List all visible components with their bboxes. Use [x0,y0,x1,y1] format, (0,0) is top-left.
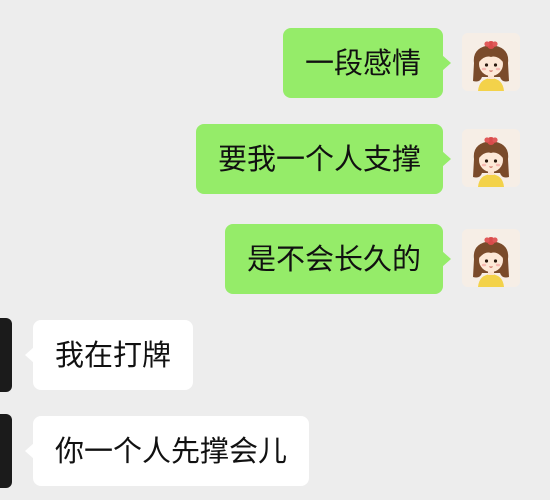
girl-avatar-icon[interactable] [462,229,520,287]
dark-avatar-icon[interactable] [0,318,12,392]
message-bubble-sent[interactable]: 要我一个人支撑 [195,124,452,194]
message-bubble-received[interactable]: 我在打牌 [24,320,194,390]
chat-window: 一段感情 要我一个人支撑 是不会长久的 我在打牌 你一个人先撑会儿 [0,0,550,500]
message-bubble-sent[interactable]: 是不会长久的 [224,224,452,294]
message-bubble-received[interactable]: 你一个人先撑会儿 [24,416,310,486]
message-bubble-sent[interactable]: 一段感情 [282,28,452,98]
dark-avatar-icon[interactable] [0,414,12,488]
girl-avatar-icon[interactable] [462,129,520,187]
girl-avatar-icon[interactable] [462,33,520,91]
